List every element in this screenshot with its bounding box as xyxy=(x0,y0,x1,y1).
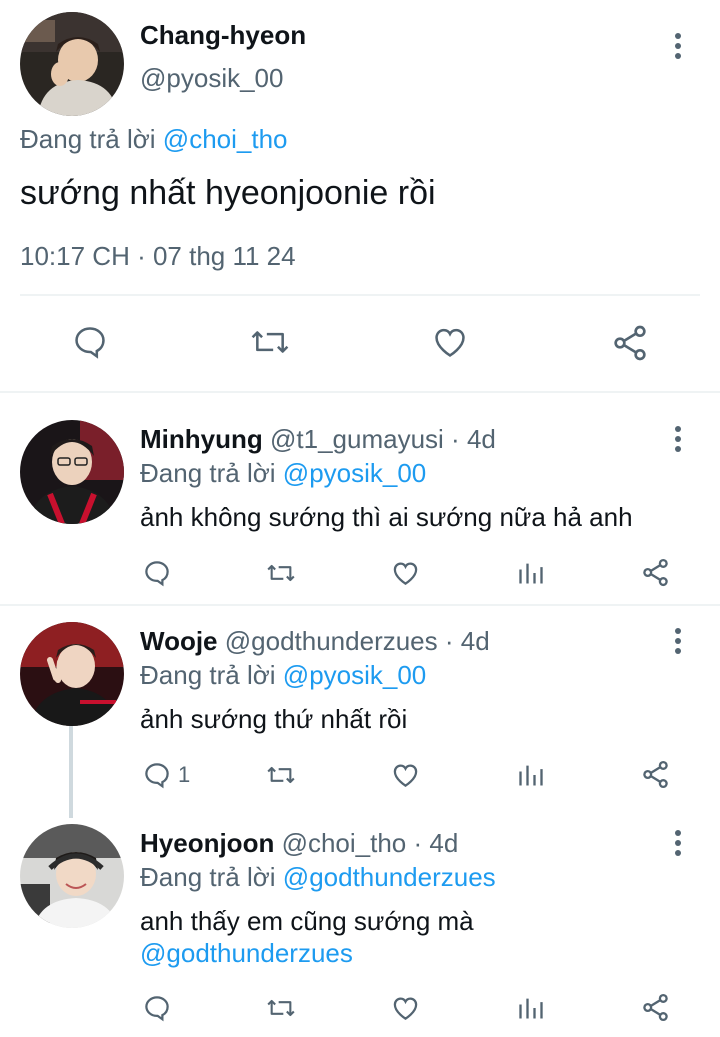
author-name[interactable]: Minhyung xyxy=(140,424,263,454)
reply-to-link[interactable]: @pyosik_00 xyxy=(283,660,426,690)
analytics-icon[interactable] xyxy=(517,558,545,588)
like-icon[interactable] xyxy=(390,993,421,1023)
reply-icon[interactable] xyxy=(142,993,172,1023)
thread-line xyxy=(69,726,73,818)
author-name[interactable]: Chang-hyeon xyxy=(140,20,306,50)
share-icon[interactable] xyxy=(640,759,671,790)
section-divider xyxy=(0,391,720,393)
avatar[interactable] xyxy=(20,622,124,726)
author-handle[interactable]: @choi_tho xyxy=(282,828,407,858)
reply-to-link[interactable]: @godthunderzues xyxy=(283,862,496,892)
avatar[interactable] xyxy=(20,824,124,928)
reply-to-link[interactable]: @choi_tho xyxy=(163,124,288,154)
reply-text: ảnh không sướng thì ai sướng nữa hả anh xyxy=(140,502,633,532)
reply-icon[interactable] xyxy=(142,558,172,588)
reply-count: 1 xyxy=(178,762,191,787)
author-name[interactable]: Wooje xyxy=(140,626,218,656)
like-icon[interactable] xyxy=(390,558,421,588)
reply-context: Đang trả lời @choi_tho xyxy=(20,124,288,154)
more-options-icon[interactable] xyxy=(674,830,682,860)
reply-context: Đang trả lời @pyosik_00 xyxy=(140,458,426,488)
avatar[interactable] xyxy=(20,420,124,524)
avatar[interactable] xyxy=(20,12,124,116)
retweet-icon[interactable] xyxy=(249,323,291,361)
author-handle[interactable]: @godthunderzues xyxy=(225,626,438,656)
divider xyxy=(20,294,700,296)
author-name[interactable]: Hyeonjoon xyxy=(140,828,274,858)
reply-age: 4d xyxy=(466,424,496,454)
retweet-icon[interactable] xyxy=(264,761,298,789)
tweet-text: sướng nhất hyeonjoonie rồi xyxy=(20,174,436,212)
reply-to-link[interactable]: @pyosik_00 xyxy=(283,458,426,488)
reply-age: 4d xyxy=(429,828,459,858)
reply-icon[interactable] xyxy=(71,323,109,361)
reply-prefix: Đang trả lời xyxy=(140,862,276,892)
author-handle[interactable]: @t1_gumayusi xyxy=(270,424,444,454)
divider xyxy=(0,604,720,606)
separator-dot: · xyxy=(451,424,460,454)
author-handle[interactable]: @pyosik_00 xyxy=(140,63,283,93)
reply-prefix: Đang trả lời xyxy=(140,458,276,488)
more-options-icon[interactable] xyxy=(674,628,682,658)
reply-prefix: Đang trả lời xyxy=(140,660,276,690)
tweet-timestamp: 10:17 CH · 07 thg 11 24 xyxy=(20,241,296,271)
reply-header: Hyeonjoon @choi_tho · 4d xyxy=(140,828,458,858)
reply-age: 4d xyxy=(460,626,490,656)
reply-icon[interactable] xyxy=(142,760,172,790)
reply-context: Đang trả lời @godthunderzues xyxy=(140,862,496,892)
reply-text: ảnh sướng thứ nhất rồi xyxy=(140,704,408,734)
share-icon[interactable] xyxy=(610,323,650,363)
more-options-icon[interactable] xyxy=(674,426,682,456)
share-icon[interactable] xyxy=(640,992,671,1023)
mention-link[interactable]: @godthunderzues xyxy=(140,938,353,968)
reply-context: Đang trả lời @pyosik_00 xyxy=(140,660,426,690)
separator-dot: · xyxy=(444,626,454,656)
share-icon[interactable] xyxy=(640,557,671,588)
more-options-icon[interactable] xyxy=(674,33,682,63)
retweet-icon[interactable] xyxy=(264,994,298,1022)
like-icon[interactable] xyxy=(430,323,470,361)
separator-dot: · xyxy=(413,828,423,858)
reply-header: Wooje @godthunderzues · 4d xyxy=(140,626,490,656)
like-icon[interactable] xyxy=(390,760,421,790)
analytics-icon[interactable] xyxy=(517,760,545,790)
retweet-icon[interactable] xyxy=(264,559,298,587)
analytics-icon[interactable] xyxy=(517,993,545,1023)
reply-prefix: Đang trả lời xyxy=(20,124,156,154)
reply-text: anh thấy em cũng sướng mà xyxy=(140,906,474,936)
reply-header: Minhyung @t1_gumayusi · 4d xyxy=(140,424,496,454)
